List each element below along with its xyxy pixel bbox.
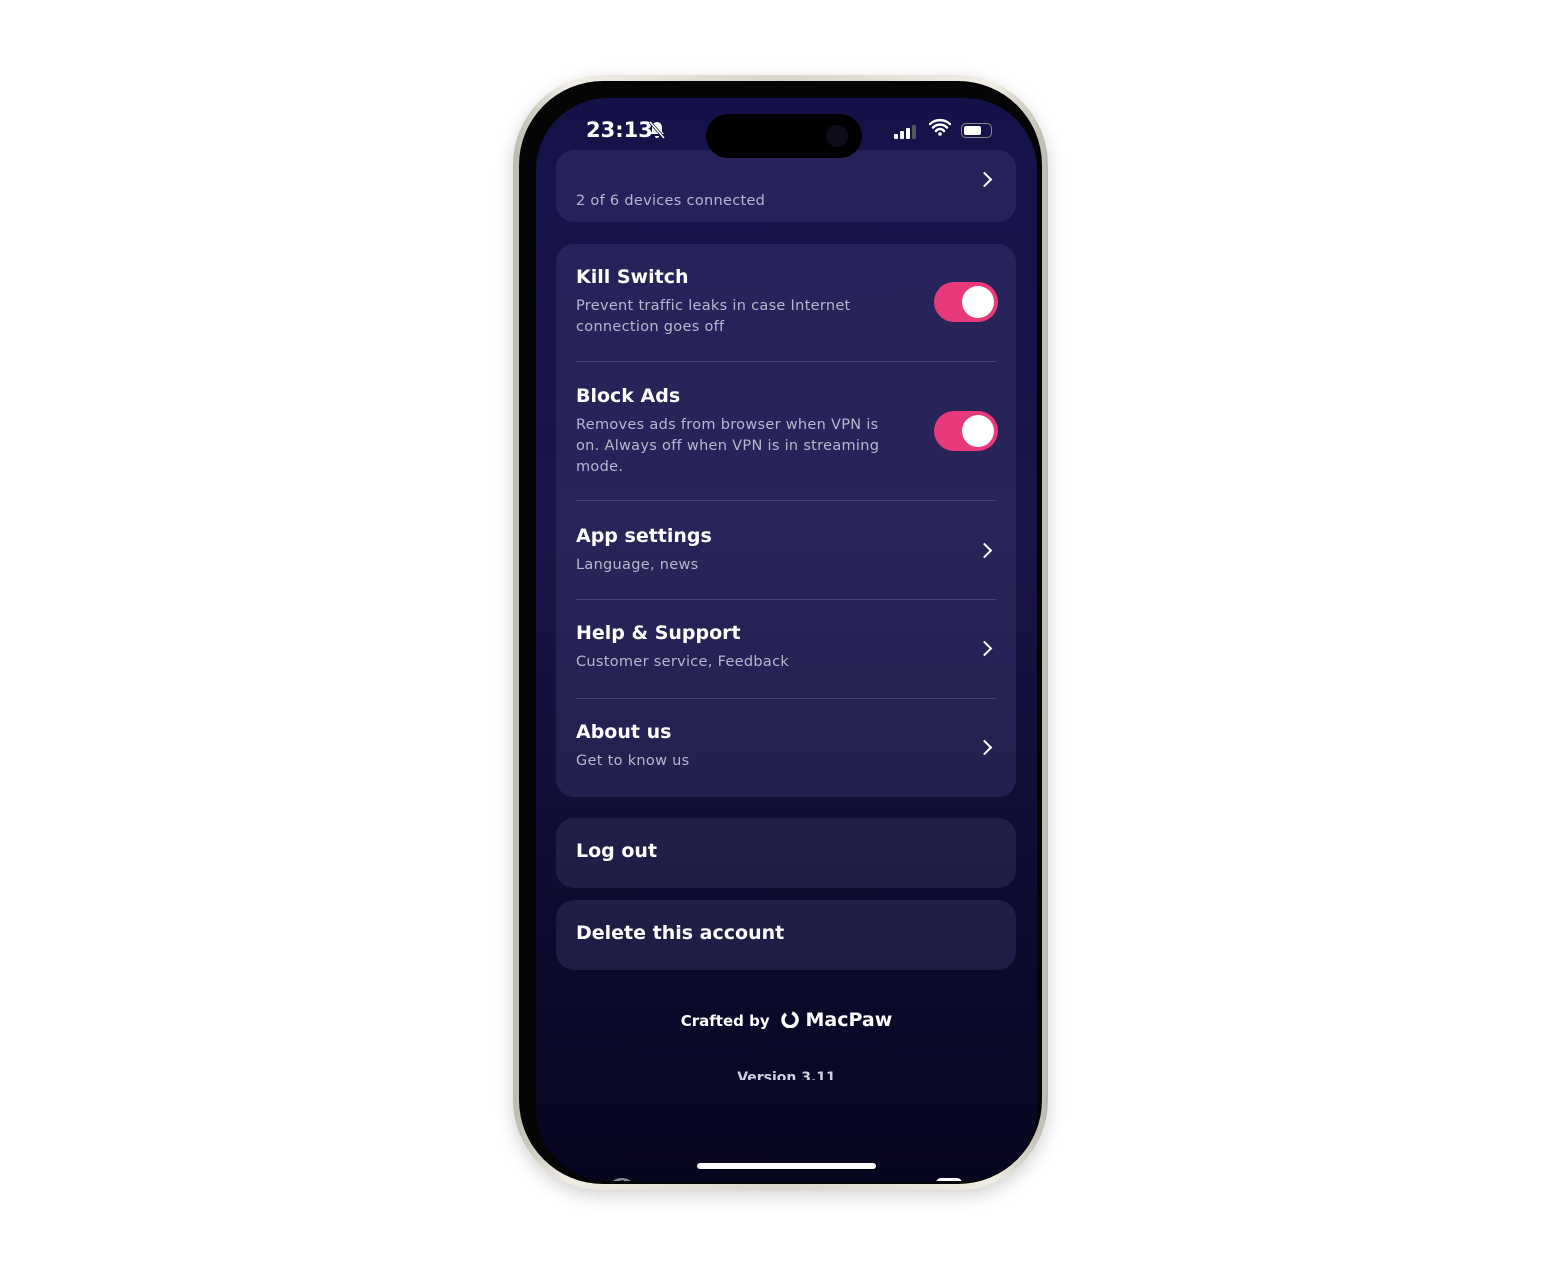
kill-switch-title: Kill Switch	[576, 266, 689, 288]
divider	[576, 361, 996, 362]
help-support-row[interactable]: Help & Support Customer service, Feedbac…	[556, 600, 1016, 698]
about-us-title: About us	[576, 721, 672, 743]
crafted-label: Crafted by	[680, 1012, 770, 1030]
macpaw-logo-icon	[781, 1011, 799, 1029]
delete-account-button[interactable]: Delete this account	[556, 900, 1016, 970]
puzzle-icon[interactable]	[769, 1177, 801, 1181]
kill-switch-row: Kill Switch Prevent traffic leaks in cas…	[556, 266, 1016, 338]
kill-switch-subtitle: Prevent traffic leaks in case Internet c…	[576, 298, 851, 335]
block-ads-row: Block Ads Removes ads from browser when …	[556, 385, 1016, 478]
version-text: Version 3.11	[737, 1070, 836, 1080]
help-support-subtitle: Customer service, Feedback	[576, 654, 790, 670]
dynamic-island	[706, 114, 862, 158]
about-us-row[interactable]: About us Get to know us	[556, 699, 1016, 797]
cellular-signal-icon	[894, 125, 916, 139]
app-settings-row[interactable]: App settings Language, news	[556, 501, 1016, 599]
block-ads-title: Block Ads	[576, 385, 681, 407]
kill-switch-toggle[interactable]	[934, 282, 998, 322]
block-ads-subtitle: Removes ads from browser when VPN is on.…	[576, 417, 880, 475]
block-ads-toggle[interactable]	[934, 411, 998, 451]
macpaw-logo: MacPaw	[781, 1009, 892, 1031]
crafted-by: Crafted by MacPaw	[536, 1009, 1037, 1031]
bell-slash-icon	[648, 120, 666, 144]
app-settings-title: App settings	[576, 525, 712, 547]
settings-card: Kill Switch Prevent traffic leaks in cas…	[556, 244, 1016, 797]
app-settings-subtitle: Language, news	[576, 557, 699, 573]
devices-subtitle: 2 of 6 devices connected	[576, 193, 766, 209]
phone-frame: 23:13 2 of 6 devices connected Kill Swit…	[513, 75, 1048, 1190]
battery-icon	[961, 123, 992, 138]
camera	[826, 125, 848, 147]
chevron-right-icon	[976, 171, 993, 188]
home-indicator[interactable]	[697, 1163, 876, 1169]
settings-icon[interactable]	[935, 1177, 963, 1181]
status-time: 23:13	[586, 118, 653, 142]
brand-name: MacPaw	[805, 1009, 893, 1031]
log-out-button[interactable]: Log out	[556, 818, 1016, 888]
screen: 23:13 2 of 6 devices connected Kill Swit…	[536, 98, 1037, 1181]
wifi-icon	[928, 118, 952, 140]
help-support-title: Help & Support	[576, 622, 741, 644]
phone-bezel: 23:13 2 of 6 devices connected Kill Swit…	[519, 81, 1042, 1184]
about-us-subtitle: Get to know us	[576, 753, 690, 769]
tab-bar	[536, 1177, 1037, 1181]
globe-icon[interactable]	[606, 1177, 638, 1181]
settings-list: 2 of 6 devices connected Kill Switch Pre…	[536, 150, 1037, 1181]
